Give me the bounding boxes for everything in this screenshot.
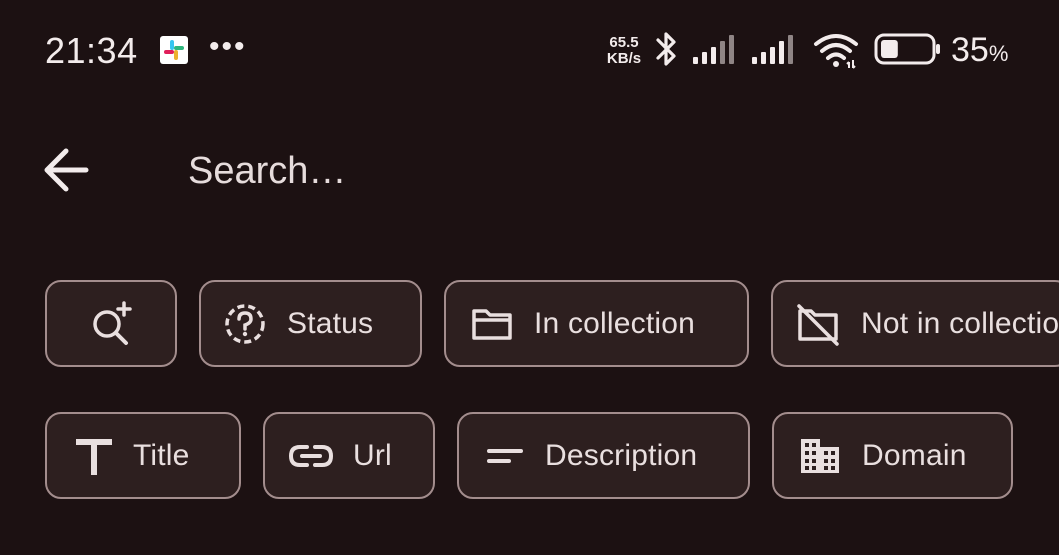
back-button[interactable]: [38, 144, 96, 196]
advanced-search-chip[interactable]: [45, 280, 177, 367]
not-in-collection-filter-label: Not in collectio: [861, 306, 1059, 340]
short-text-icon: [485, 441, 525, 471]
search-toolbar: [0, 110, 1059, 230]
battery-value: 35: [951, 31, 989, 69]
status-filter-label: Status: [287, 306, 374, 340]
status-time: 21:34: [45, 30, 138, 71]
domain-building-icon: [798, 436, 842, 476]
folder-icon: [470, 304, 514, 344]
description-filter-chip[interactable]: Description: [457, 412, 750, 499]
battery-icon: [874, 33, 940, 65]
network-speed-value: 65.5: [609, 34, 639, 51]
signal-strength-2-icon: [752, 35, 793, 64]
url-filter-label: Url: [353, 438, 392, 472]
bluetooth-icon: [656, 32, 676, 66]
folder-off-icon: [795, 302, 841, 346]
battery-unit: %: [988, 41, 1009, 66]
status-bar: 21:34 ••• 65.5 KB/s 35%: [0, 0, 1059, 100]
in-collection-filter-label: In collection: [534, 306, 696, 340]
signal-strength-1-icon: [693, 35, 734, 64]
arrow-left-icon: [44, 148, 89, 192]
not-in-collection-filter-chip[interactable]: Not in collectio: [771, 280, 1059, 367]
link-icon: [289, 441, 333, 471]
url-filter-chip[interactable]: Url: [263, 412, 435, 499]
search-input[interactable]: [188, 146, 968, 196]
domain-filter-chip[interactable]: Domain: [772, 412, 1013, 499]
wifi-icon: [814, 34, 858, 69]
help-circle-dashed-icon: [223, 302, 267, 346]
in-collection-filter-chip[interactable]: In collection: [444, 280, 749, 367]
title-filter-chip[interactable]: Title: [45, 412, 241, 499]
status-filter-chip[interactable]: Status: [199, 280, 422, 367]
description-filter-label: Description: [545, 438, 698, 472]
search-plus-icon: [86, 299, 136, 349]
battery-percentage: 35%: [951, 31, 1008, 70]
filter-chips-row-1: Status In collection Not in collectio: [0, 280, 1059, 370]
domain-filter-label: Domain: [862, 438, 967, 472]
text-t-icon: [75, 436, 113, 476]
slack-icon: [160, 36, 188, 64]
network-speed-unit: KB/s: [606, 50, 642, 67]
network-speed: 65.5 KB/s: [601, 35, 647, 67]
title-filter-label: Title: [133, 438, 190, 472]
filter-chips-row-2: Title Url Description Domain: [0, 412, 1059, 502]
more-notifications-icon: •••: [209, 30, 247, 63]
